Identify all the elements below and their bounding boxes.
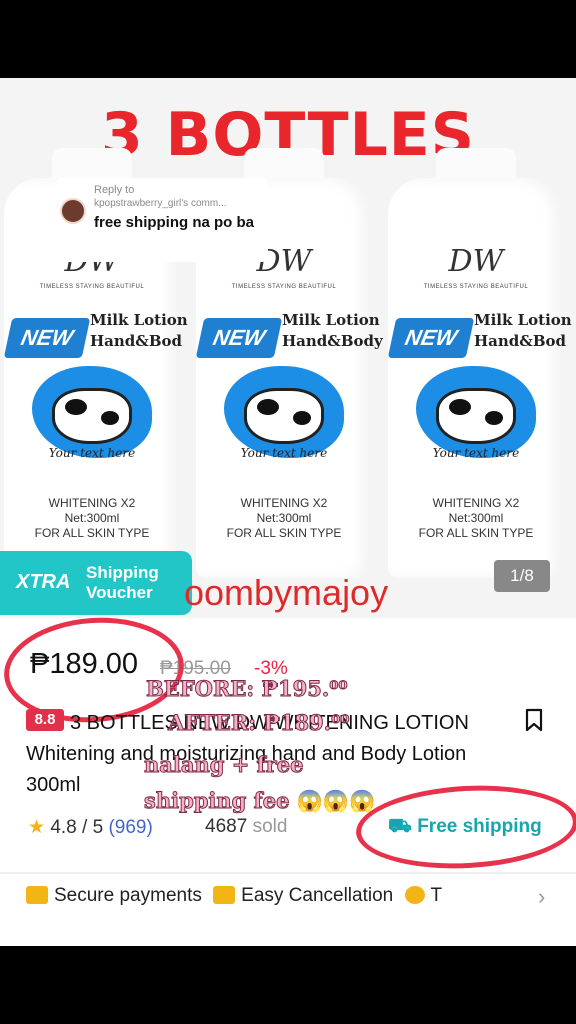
chevron-right-icon[interactable]: › <box>538 884 545 910</box>
section-divider <box>0 872 576 874</box>
commenter-avatar <box>60 198 86 224</box>
placeholder-text: Your text here <box>240 446 328 460</box>
bottle-details: WHITENING X2 Net:300ml FOR ALL SKIN TYPE <box>34 496 150 540</box>
trust-easy-cancellation: Easy Cancellation <box>241 885 394 906</box>
brand-logo: DW <box>448 244 504 279</box>
product-info-panel: ₱189.00 ₱195.00 -3% 3 BOTTLES NEW DW WHI… <box>0 611 576 946</box>
bottle-details: WHITENING X2 Net:300ml FOR ALL SKIN TYPE <box>418 496 534 540</box>
reply-label: Reply to <box>94 184 135 196</box>
bottom-black-bar <box>0 946 576 1024</box>
secure-payment-icon <box>26 886 48 904</box>
trust-secure-payments: Secure payments <box>54 885 202 906</box>
placeholder-text: Your text here <box>48 446 136 460</box>
product-image-carousel[interactable]: 3 BOTTLES DW TIMELESS STAYING BEAUTIFUL … <box>0 78 576 618</box>
voucher-label: Shipping Voucher <box>86 563 159 602</box>
cow-graphic <box>244 388 324 444</box>
sale-badge: 8.8 <box>26 709 64 731</box>
new-badge: NEW <box>387 318 475 358</box>
bottle-label: Milk Lotion Hand&Bod <box>90 311 188 350</box>
rating-value: 4.8 / 5 <box>50 817 104 838</box>
reply-text: free shipping na po ba <box>94 214 255 231</box>
star-icon: ★ <box>28 817 46 838</box>
reply-username: kpopstrawberry_girl's comm... <box>94 198 227 209</box>
shop-watermark: oombymajoy <box>184 572 389 613</box>
overlay-line3-text: nalang + free <box>143 752 304 778</box>
bottle-image-3: DW TIMELESS STAYING BEAUTIFUL NEW Milk L… <box>387 148 572 618</box>
sold-count: 4687 sold <box>205 816 288 837</box>
new-badge: NEW <box>3 318 91 358</box>
bottle-label: Milk Lotion Hand&Body <box>282 311 383 350</box>
brand-tagline: TIMELESS STAYING BEAUTIFUL <box>231 284 337 290</box>
top-black-bar <box>0 0 576 78</box>
cow-graphic <box>52 388 132 444</box>
overlay-before-text: BEFORE: ₱195.⁰⁰ <box>146 676 349 702</box>
cow-graphic <box>436 388 516 444</box>
overlay-line4-text: shipping fee 😱😱😱 <box>143 788 376 814</box>
new-badge: NEW <box>195 318 283 358</box>
trust-badges-row[interactable]: Secure payments Easy Cancellation T <box>26 880 556 912</box>
bookmark-icon[interactable] <box>524 708 544 732</box>
bottle-details: WHITENING X2 Net:300ml FOR ALL SKIN TYPE <box>226 496 342 540</box>
placeholder-text: Your text here <box>432 446 520 460</box>
trust-third: T <box>430 885 443 906</box>
brand-tagline: TIMELESS STAYING BEAUTIFUL <box>39 284 145 290</box>
xtra-shipping-voucher-banner: XTRA Shipping Voucher <box>0 551 192 615</box>
check-badge-icon <box>404 886 425 904</box>
rating-count: (969) <box>108 817 153 838</box>
overlay-after-text: AFTER: ₱189.⁰⁰ <box>167 710 350 736</box>
rating-row[interactable]: ★ 4.8 / 5 (969) <box>28 816 153 839</box>
image-page-indicator: 1/8 <box>494 560 550 592</box>
brand-tagline: TIMELESS STAYING BEAUTIFUL <box>423 284 529 290</box>
xtra-logo: XTRA <box>16 571 71 593</box>
cancellation-icon <box>213 886 236 904</box>
reply-comment-bubble: Reply to kpopstrawberry_girl's comm... f… <box>56 178 268 262</box>
bottle-label: Milk Lotion Hand&Bod <box>474 311 572 350</box>
